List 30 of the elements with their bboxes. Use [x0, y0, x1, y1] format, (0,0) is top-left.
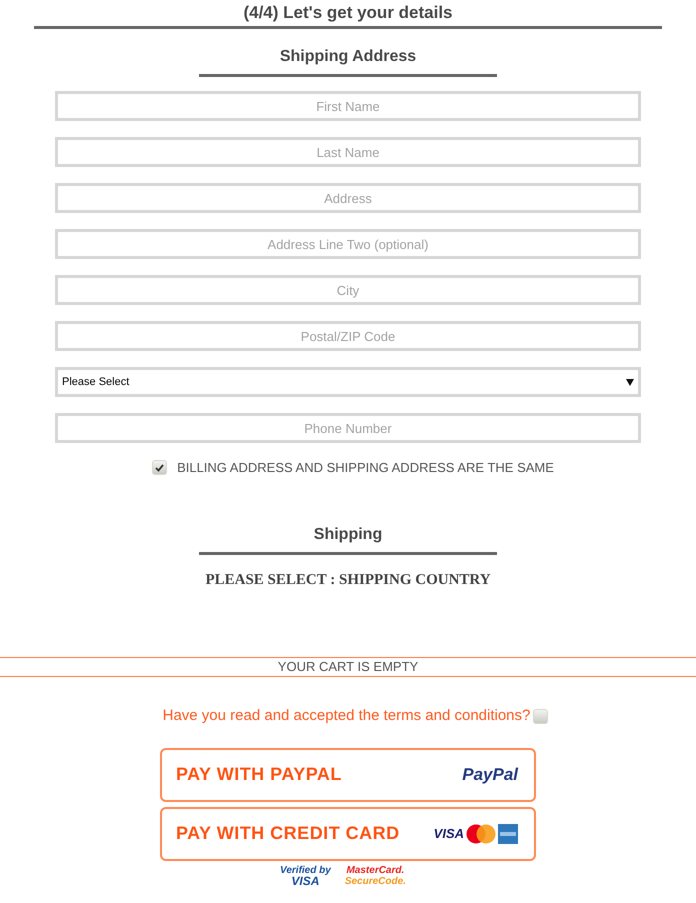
- shipping-message: PLEASE SELECT : SHIPPING COUNTRY: [205, 570, 491, 590]
- select-value: Please Select: [62, 374, 130, 390]
- cart-status: YOUR CART IS EMPTY: [278, 658, 418, 676]
- dropdown-arrow-icon: [626, 378, 634, 386]
- section-heading: Shipping: [314, 524, 382, 544]
- country-select[interactable]: Please Select: [55, 367, 641, 397]
- text-input-field[interactable]: Address Line Two (optional): [55, 229, 641, 259]
- text-input-field[interactable]: Last Name: [55, 137, 641, 167]
- checkbox-label: BILLING ADDRESS AND SHIPPING ADDRESS ARE THE SAME: [177, 459, 554, 477]
- paypal-logo: PayPal: [462, 764, 518, 786]
- text-input-field[interactable]: Address: [55, 183, 641, 213]
- step-title: (4/4) Let's get your details: [243, 2, 453, 24]
- section-heading: Shipping Address: [280, 47, 416, 67]
- pay-button[interactable]: PAY WITH PAYPAL PayPal: [160, 748, 536, 802]
- text-input-field[interactable]: First Name: [55, 91, 641, 121]
- pay-button-label: PAY WITH PAYPAL: [176, 763, 342, 786]
- text-input-field[interactable]: City: [55, 275, 641, 305]
- terms-label: Have you read and accepted the terms and conditions?: [162, 706, 530, 726]
- securecode-logo: MasterCard. SecureCode.: [344, 864, 406, 886]
- pay-button-label: PAY WITH CREDIT CARD: [176, 822, 400, 845]
- verified-by-visa-logo: Verified by VISA: [280, 864, 331, 886]
- checkbox[interactable]: [533, 708, 548, 724]
- amex-card-icon: [498, 824, 518, 844]
- pay-button[interactable]: PAY WITH CREDIT CARD VISA: [160, 806, 536, 860]
- mastercard-circles-icon: [466, 824, 496, 844]
- check-icon: [155, 464, 164, 472]
- visa-logo: VISA: [434, 824, 464, 843]
- text-input-field[interactable]: Phone Number: [55, 413, 641, 443]
- checkbox[interactable]: [152, 460, 168, 476]
- text-input-field[interactable]: Postal/ZIP Code: [55, 321, 641, 351]
